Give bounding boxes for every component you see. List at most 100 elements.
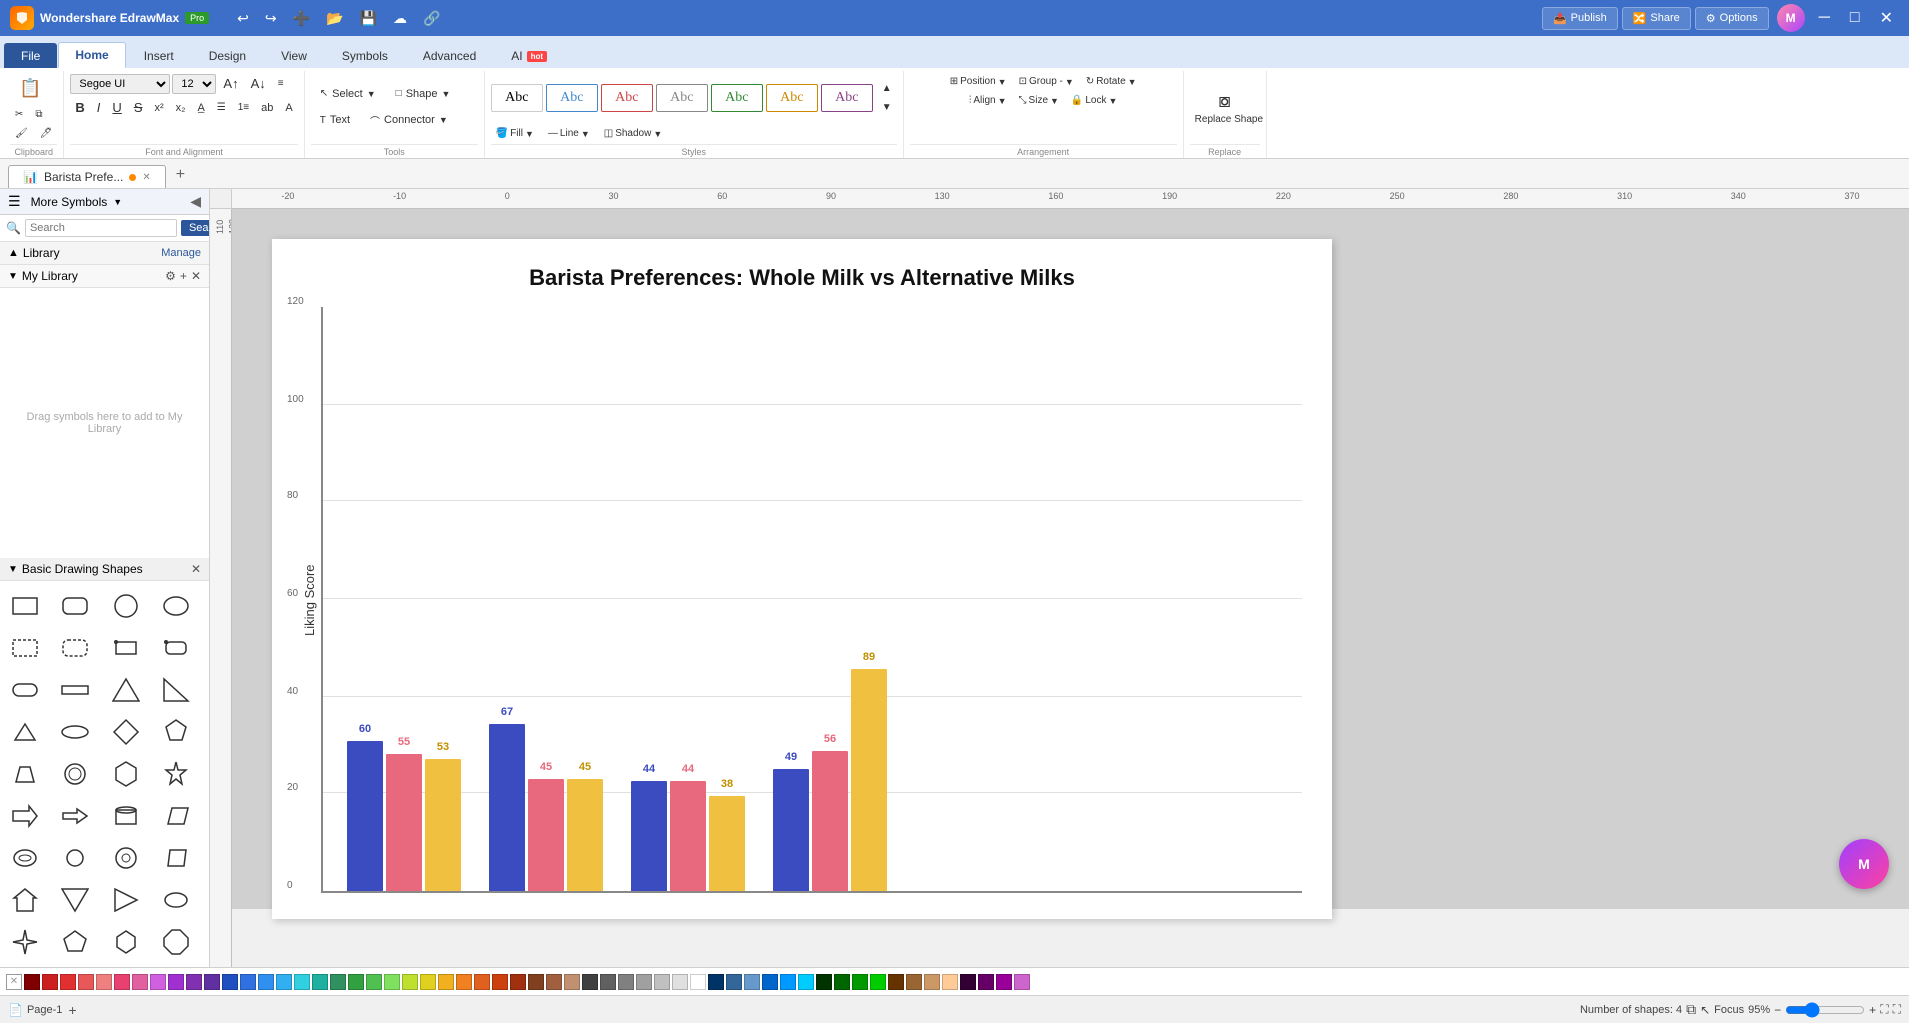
text-button[interactable]: T Text	[311, 109, 359, 131]
color-ext-15[interactable]	[960, 974, 976, 990]
shape-arrow-right-sm[interactable]	[56, 797, 94, 835]
shape-trapezoid[interactable]	[6, 755, 44, 793]
shape-rounded-rect[interactable]	[56, 587, 94, 625]
publish-button[interactable]: 📤 Publish	[1542, 7, 1618, 30]
color-gray-4[interactable]	[672, 974, 688, 990]
color-ext-5[interactable]	[780, 974, 796, 990]
color-brown-1[interactable]	[492, 974, 508, 990]
color-ext-16[interactable]	[978, 974, 994, 990]
cloud-button[interactable]: ☁	[389, 8, 411, 29]
undo-button[interactable]: ↩	[233, 8, 253, 29]
fullscreen-button[interactable]: ⛶	[1893, 1002, 1901, 1017]
color-yellow-green[interactable]	[402, 974, 418, 990]
color-red-4[interactable]	[96, 974, 112, 990]
color-gray-2[interactable]	[636, 974, 652, 990]
minimize-button[interactable]: ─	[1813, 7, 1836, 29]
color-green-2[interactable]	[366, 974, 382, 990]
color-yellow-2[interactable]	[438, 974, 454, 990]
shape-cylinder[interactable]	[107, 797, 145, 835]
color-green-light[interactable]	[384, 974, 400, 990]
style-abc-7[interactable]: Abc	[821, 84, 873, 112]
fit-page-button[interactable]: ⛶	[1880, 1002, 1888, 1017]
color-purple-1[interactable]	[150, 974, 166, 990]
color-blue-light[interactable]	[276, 974, 292, 990]
color-cyan-1[interactable]	[294, 974, 310, 990]
tab-insert[interactable]: Insert	[127, 43, 191, 68]
color-white[interactable]	[690, 974, 706, 990]
paste-button[interactable]: 📋	[10, 73, 57, 104]
color-ext-17[interactable]	[996, 974, 1012, 990]
shape-circle[interactable]	[107, 587, 145, 625]
color-ext-8[interactable]	[834, 974, 850, 990]
color-none[interactable]: ✕	[6, 974, 22, 990]
font-color-button[interactable]: A	[280, 99, 297, 117]
shape-triangle-sm[interactable]	[6, 713, 44, 751]
color-ext-4[interactable]	[762, 974, 778, 990]
format-painter-button[interactable]: 🖌	[10, 125, 33, 142]
replace-shape-button[interactable]: ⧇ Replace Shape	[1190, 87, 1260, 128]
color-red-2[interactable]	[60, 974, 76, 990]
shape-slant-rect[interactable]	[157, 839, 195, 877]
copy-button[interactable]: ⧉	[30, 106, 47, 123]
search-button[interactable]: Search	[181, 220, 210, 236]
page-tab-label[interactable]: Page-1	[27, 1004, 62, 1016]
tab-symbols[interactable]: Symbols	[325, 43, 405, 68]
color-blue-dark[interactable]	[222, 974, 238, 990]
save-button[interactable]: 💾	[356, 8, 381, 29]
style-abc-6[interactable]: Abc	[766, 84, 818, 112]
copy-format-button[interactable]: 🖊	[35, 125, 58, 142]
my-library-add-button[interactable]: +	[180, 269, 187, 283]
shape-pentagon-sm[interactable]	[56, 923, 94, 961]
style-abc-4[interactable]: Abc	[656, 84, 708, 112]
color-red-1[interactable]	[42, 974, 58, 990]
manage-button[interactable]: Manage	[161, 247, 201, 259]
color-ext-18[interactable]	[1014, 974, 1030, 990]
doc-tab-active[interactable]: 📊 Barista Prefe... ✕	[8, 165, 166, 188]
close-button[interactable]: ✕	[1874, 6, 1899, 30]
tab-ai[interactable]: AI hot	[494, 43, 564, 68]
focus-label[interactable]: Focus	[1714, 1004, 1744, 1016]
shape-triangle-right[interactable]	[107, 881, 145, 919]
color-blue-2[interactable]	[258, 974, 274, 990]
color-red-3[interactable]	[78, 974, 94, 990]
doc-tab-close[interactable]: ✕	[142, 172, 150, 183]
ai-badge[interactable]: M	[1839, 839, 1889, 889]
line-button[interactable]: — Line ▼	[543, 125, 595, 142]
color-ext-1[interactable]	[708, 974, 724, 990]
panel-collapse-button[interactable]: ◀	[190, 193, 201, 210]
align-left-button[interactable]: ≡	[273, 75, 289, 92]
color-ext-10[interactable]	[870, 974, 886, 990]
numbered-list-button[interactable]: 1≡	[233, 99, 254, 116]
tab-file[interactable]: File	[4, 43, 57, 68]
user-avatar[interactable]: M	[1777, 4, 1805, 32]
color-orange-2[interactable]	[474, 974, 490, 990]
styles-up-button[interactable]: ▲	[877, 80, 897, 97]
color-pink-1[interactable]	[114, 974, 130, 990]
shape-star-4[interactable]	[6, 923, 44, 961]
tab-home[interactable]: Home	[58, 42, 125, 68]
color-purple-2[interactable]	[168, 974, 184, 990]
color-pink-2[interactable]	[132, 974, 148, 990]
search-input[interactable]	[25, 219, 177, 237]
align-button[interactable]: ⫶ Align ▼	[964, 92, 1012, 109]
style-abc-2[interactable]: Abc	[546, 84, 598, 112]
select-button[interactable]: ↖ Select ▼	[311, 83, 385, 105]
add-tab-button[interactable]: +	[168, 162, 193, 188]
bold-button[interactable]: B	[70, 97, 89, 118]
style-abc-3[interactable]: Abc	[601, 84, 653, 112]
shape-right-triangle[interactable]	[157, 671, 195, 709]
shape-pentagon-diamond[interactable]	[157, 713, 195, 751]
underline-button[interactable]: U	[107, 97, 126, 118]
shape-rect-outline[interactable]	[107, 629, 145, 667]
options-button[interactable]: ⚙ Options	[1695, 7, 1769, 30]
group-button[interactable]: ⊡ Group - ▼	[1014, 73, 1079, 90]
share-button[interactable]: 🔀 Share	[1622, 7, 1691, 30]
canvas-page[interactable]: Barista Preferences: Whole Milk vs Alter…	[272, 239, 1332, 919]
increase-font-button[interactable]: A↑	[218, 73, 243, 94]
shape-rounded-rect-dashed[interactable]	[56, 629, 94, 667]
tab-advanced[interactable]: Advanced	[406, 43, 493, 68]
canvas-scroll[interactable]: Barista Preferences: Whole Milk vs Alter…	[232, 209, 1909, 967]
color-blue-1[interactable]	[240, 974, 256, 990]
color-yellow-1[interactable]	[420, 974, 436, 990]
shape-arrow-right[interactable]	[6, 797, 44, 835]
